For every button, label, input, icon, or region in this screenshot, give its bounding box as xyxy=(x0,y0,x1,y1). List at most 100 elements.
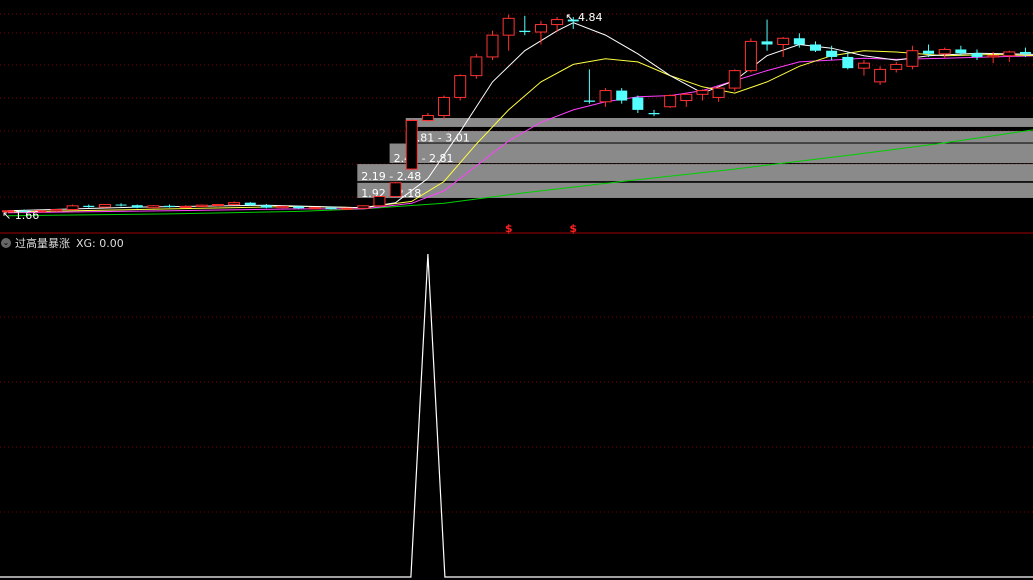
candle-body xyxy=(1019,51,1031,54)
candle-body xyxy=(971,53,983,57)
candle-body xyxy=(696,90,709,95)
candle xyxy=(744,38,757,73)
candle xyxy=(874,66,887,85)
candle-body xyxy=(115,204,127,206)
chip-bar xyxy=(405,131,1033,143)
indicator-chart[interactable] xyxy=(0,234,1033,580)
candle-body xyxy=(583,100,595,102)
candle-body xyxy=(938,48,951,55)
low-price-label: ↖ 1.66 xyxy=(2,209,39,222)
candle xyxy=(938,47,951,59)
candle-body xyxy=(66,205,79,211)
candle-body xyxy=(211,204,224,207)
candle xyxy=(761,19,773,51)
price-chart[interactable]: 2.81 - 3.012.48 - 2.812.19 - 2.481.92 - … xyxy=(0,0,1033,234)
candle xyxy=(632,95,644,113)
candle xyxy=(486,30,499,61)
candle-body xyxy=(260,205,272,208)
candle-body xyxy=(389,182,402,197)
candle xyxy=(260,203,272,209)
candle xyxy=(890,61,903,73)
candle xyxy=(616,88,628,104)
candle xyxy=(66,204,79,211)
candle xyxy=(551,17,564,33)
candle-body xyxy=(147,205,160,209)
candle-body xyxy=(664,95,677,108)
candle xyxy=(857,60,870,76)
candle-body xyxy=(244,202,256,206)
candle-body xyxy=(826,50,838,57)
candle-body xyxy=(793,38,805,45)
candle-body xyxy=(486,34,499,58)
candle xyxy=(276,205,289,209)
candle-body xyxy=(923,50,935,54)
candle xyxy=(971,49,983,61)
candle-body xyxy=(164,205,175,208)
candle-body xyxy=(438,96,451,116)
candle xyxy=(502,14,515,51)
chip-bar xyxy=(357,164,1033,182)
candle-body xyxy=(83,205,95,208)
candle xyxy=(228,201,241,206)
candle xyxy=(83,204,95,208)
candle xyxy=(438,95,451,120)
candle-body xyxy=(955,49,967,54)
candle-body xyxy=(405,119,418,170)
candle xyxy=(308,207,321,210)
candle-body xyxy=(131,205,143,208)
candle xyxy=(131,204,143,209)
candle xyxy=(357,205,370,209)
candle xyxy=(373,195,386,207)
candle xyxy=(712,86,725,102)
candle-body xyxy=(179,205,192,208)
candle-body xyxy=(874,68,887,83)
candle xyxy=(777,37,790,57)
candle-body xyxy=(551,19,564,26)
candle-body xyxy=(276,205,289,209)
candle-body xyxy=(632,97,644,110)
candle-body xyxy=(502,17,515,36)
signal-marker: $ xyxy=(505,222,513,234)
candle-body xyxy=(890,63,903,70)
candle-body xyxy=(648,113,660,115)
candle-body xyxy=(325,207,337,209)
candle xyxy=(519,15,531,36)
candle-body xyxy=(728,70,741,89)
candle-body xyxy=(857,62,870,69)
indicator-line xyxy=(0,253,1033,578)
candle xyxy=(810,41,821,52)
chip-label: 2.81 - 3.01 xyxy=(410,132,470,145)
candle xyxy=(389,182,402,198)
candle xyxy=(211,203,224,207)
candle-body xyxy=(373,195,386,207)
candle-body xyxy=(98,204,111,208)
candle xyxy=(696,89,709,101)
candle-body xyxy=(293,206,305,209)
candle xyxy=(341,207,354,211)
candle-body xyxy=(616,90,628,101)
candle-body xyxy=(810,44,821,51)
candle-body xyxy=(357,205,370,209)
candle xyxy=(680,93,693,107)
candle-body xyxy=(341,207,354,210)
candle xyxy=(842,51,854,70)
candle xyxy=(664,94,677,109)
candle xyxy=(405,119,418,171)
candle-body xyxy=(987,55,1000,58)
candle-body xyxy=(308,207,321,210)
candle xyxy=(179,205,192,208)
chip-bar xyxy=(389,143,1033,164)
candle-body xyxy=(534,24,547,33)
candle xyxy=(115,203,127,207)
candle xyxy=(50,208,63,212)
candle-body xyxy=(519,30,531,33)
chip-bar xyxy=(357,182,1033,198)
high-price-label: ↖ 4.84 xyxy=(565,11,602,24)
candle-body xyxy=(680,93,693,102)
candle xyxy=(164,204,175,208)
candle xyxy=(648,109,660,117)
candle xyxy=(421,113,434,122)
candle-body xyxy=(454,75,467,98)
signal-marker: $ xyxy=(569,222,577,234)
candle xyxy=(599,88,612,107)
